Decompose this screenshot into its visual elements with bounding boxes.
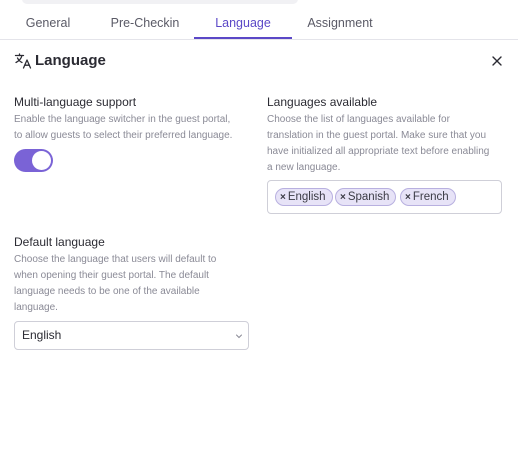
active-tab-indicator [194,37,292,39]
languages-available-section: Languages available Choose the list of l… [267,94,512,176]
desc-line: language needs to be one of the availabl… [14,286,200,297]
desc-line: to allow guests to select their preferre… [14,130,233,141]
tab-bar: General Pre-Checkin Language Assignment [0,8,518,40]
desc-line: Choose the list of languages available f… [267,114,450,125]
toggle-knob [32,151,51,170]
tab-pre-checkin[interactable]: Pre-Checkin [100,8,190,39]
desc-line: language. [14,302,58,313]
language-tag-french[interactable]: × French [400,188,456,206]
remove-tag-icon[interactable]: × [405,190,411,206]
desc-line: when opening their guest portal. The def… [14,270,209,281]
tab-assignment[interactable]: Assignment [296,8,384,39]
languages-available-description: Choose the list of languages available f… [267,112,512,176]
multi-language-toggle[interactable] [14,149,53,172]
language-tag-spanish[interactable]: × Spanish [335,188,397,206]
desc-line: translation in the guest portal. Make su… [267,130,487,141]
section-header: Language [14,50,506,72]
default-language-section: Default language Choose the language tha… [14,234,254,316]
tab-language[interactable]: Language [194,8,292,39]
tag-label: Spanish [347,191,390,203]
default-language-title: Default language [14,235,105,249]
multi-language-description: Enable the language switcher in the gues… [14,112,254,144]
desc-line: a new language. [267,162,341,173]
page-title: Language [35,52,106,69]
multi-language-section: Multi-language support Enable the langua… [14,94,254,144]
tab-general[interactable]: General [14,8,82,39]
remove-tag-icon[interactable]: × [280,190,286,206]
desc-line: have initialized all appropriate text be… [267,146,490,157]
default-language-description: Choose the language that users will defa… [14,252,254,316]
default-language-value: English [22,328,62,342]
default-language-select[interactable]: English [14,321,249,350]
translate-icon [14,53,32,69]
multi-language-title: Multi-language support [14,95,137,109]
languages-available-title: Languages available [267,95,378,109]
language-tag-english[interactable]: × English [275,188,333,206]
desc-line: Enable the language switcher in the gues… [14,114,231,125]
chevron-down-icon [236,334,242,339]
tag-label: French [412,191,449,203]
remove-tag-icon[interactable]: × [340,190,346,206]
languages-multiselect[interactable]: × English × Spanish × French [267,180,502,214]
tag-label: English [287,191,326,203]
top-search-bar-edge [22,0,298,4]
desc-line: Choose the language that users will defa… [14,254,217,265]
top-bar-edge [0,0,518,8]
close-icon[interactable] [488,52,506,70]
